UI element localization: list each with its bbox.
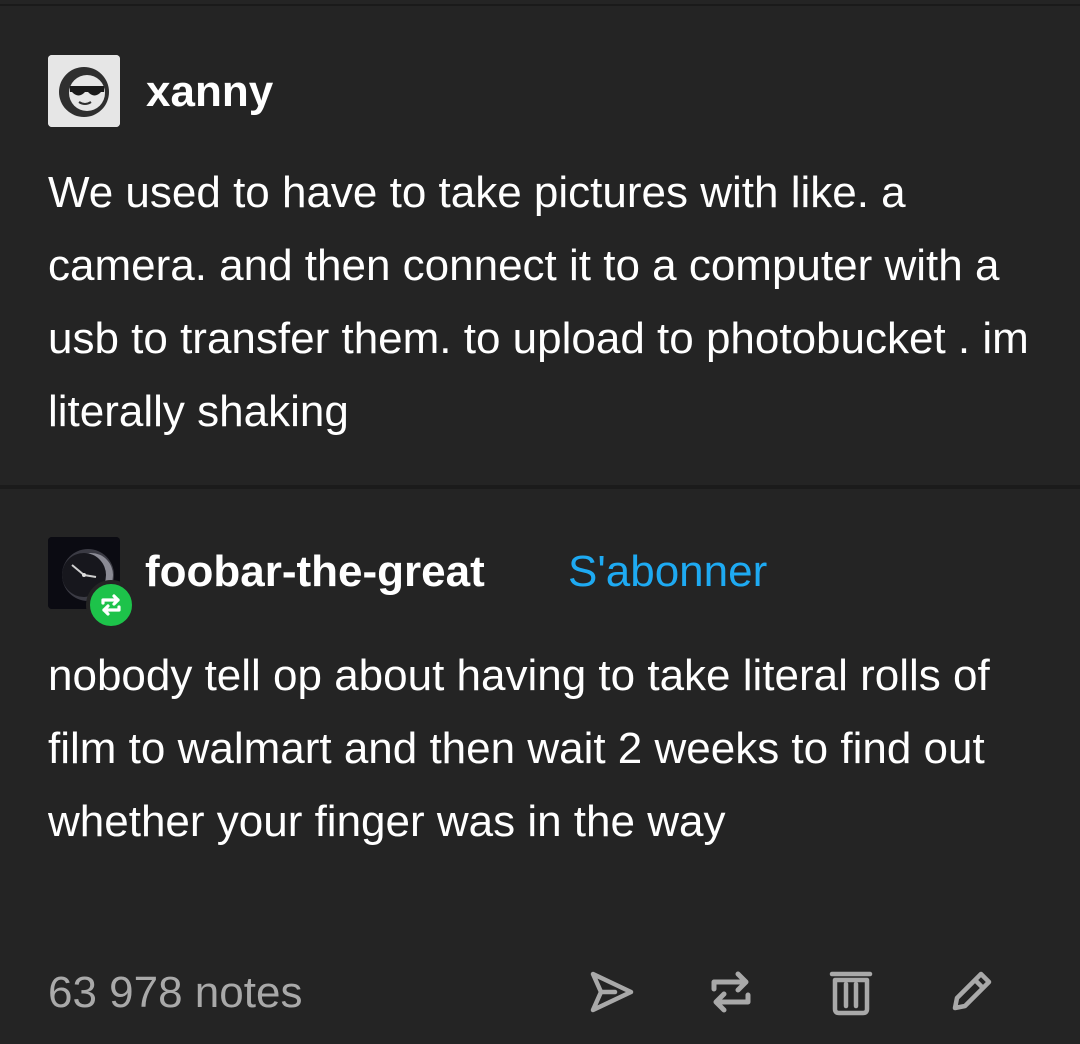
reblog-icon xyxy=(101,594,121,616)
post-body-text: We used to have to take pictures with li… xyxy=(48,168,1029,436)
edit-button[interactable] xyxy=(943,964,999,1020)
notes-count[interactable]: 63 978 notes xyxy=(48,971,302,1015)
follow-button[interactable]: S'abonner xyxy=(568,550,767,594)
post-username[interactable]: xanny xyxy=(146,70,273,114)
sunglasses-face-avatar-icon xyxy=(48,55,120,127)
edit-icon xyxy=(952,971,992,1011)
share-icon xyxy=(590,971,634,1013)
post-body-text: nobody tell op about having to take lite… xyxy=(48,651,990,846)
reblog-button[interactable] xyxy=(703,964,759,1020)
share-button[interactable] xyxy=(583,964,639,1020)
post-username[interactable]: foobar-the-great xyxy=(145,550,485,594)
reblog-post: foobar-the-great S'abonner nobody tell o… xyxy=(0,489,1080,1044)
delete-button[interactable] xyxy=(823,964,879,1020)
reblog-icon xyxy=(711,971,751,1013)
delete-icon xyxy=(829,971,873,1016)
avatar[interactable] xyxy=(48,55,120,127)
original-post: xanny We used to have to take pictures w… xyxy=(0,0,1080,487)
reblog-badge xyxy=(86,580,136,630)
